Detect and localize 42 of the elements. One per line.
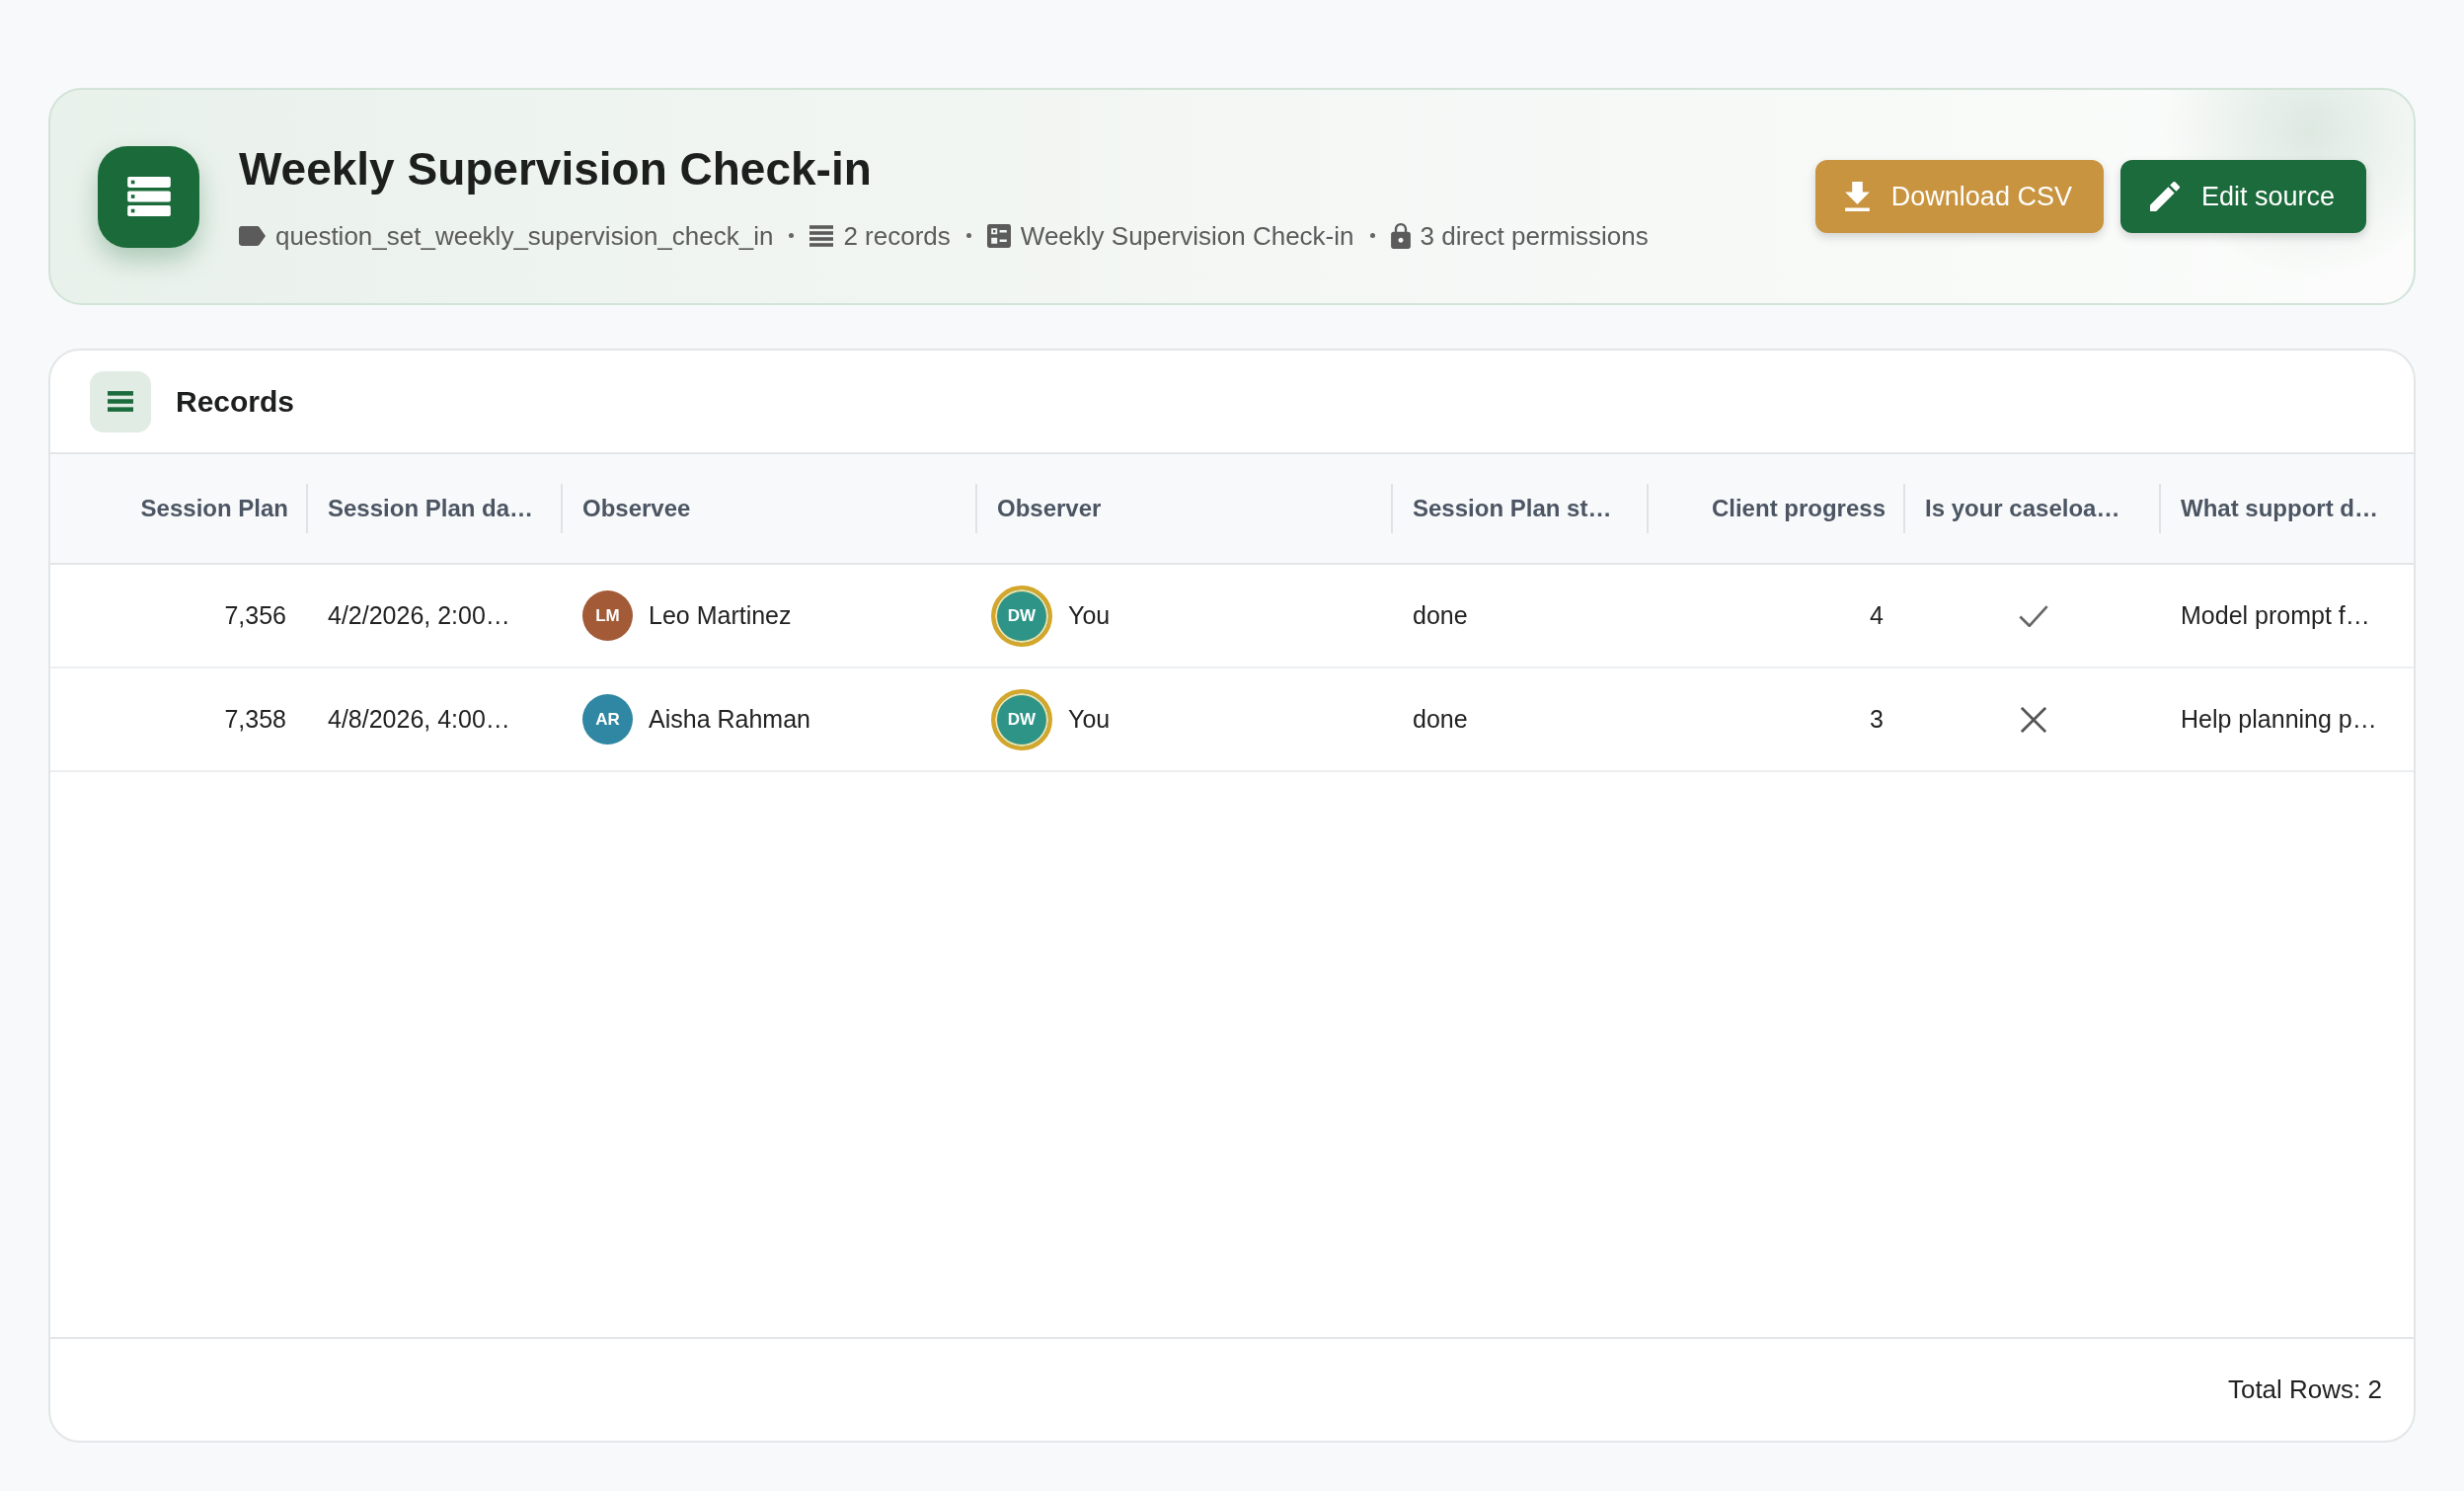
edit-source-button[interactable]: Edit source [2119, 160, 2366, 233]
person-name: Aisha Rahman [649, 705, 810, 734]
avatar: AR [582, 694, 633, 745]
meta-text: Weekly Supervision Check-in [1020, 220, 1354, 251]
person-name: Leo Martinez [649, 601, 792, 630]
column-header: Session Plan st… [1393, 454, 1649, 563]
table-cell-text: 4/8/2026, 4:00… [327, 704, 511, 735]
column-header: Is your caseloa… [1905, 454, 2161, 563]
list-icon [809, 224, 834, 247]
table-cell-text: done [1412, 704, 1469, 735]
avatar: DW [991, 585, 1052, 647]
download-icon [1844, 182, 1870, 211]
avatar: LM [582, 590, 633, 641]
table-cell-text: 4 [1869, 600, 1885, 631]
table-cell-text: 7,356 [223, 600, 287, 631]
person-name: You [1068, 705, 1111, 734]
row-count: Total Rows: 2 [2227, 1374, 2382, 1405]
column-header: Session Plan da… [308, 454, 563, 563]
column-header: Observee [563, 454, 977, 563]
column-header: Client progress [1649, 454, 1905, 563]
column-header: Observer [977, 454, 1393, 563]
table-cell-text: Model prompt f… [2180, 600, 2371, 631]
list-icon [90, 370, 151, 432]
avatar: DW [991, 688, 1052, 750]
column-header: Session Plan [50, 454, 308, 563]
table-cell-text: Help planning p… [2180, 704, 2378, 735]
table-cell-text: 7,358 [223, 704, 287, 735]
table-cell-text: done [1412, 600, 1469, 631]
meta-text: 3 direct permissions [1420, 220, 1649, 251]
table-cell-text: 4/2/2026, 2:00… [327, 600, 511, 631]
tag-icon [239, 225, 266, 246]
person-name: You [1068, 601, 1111, 630]
list-icon [98, 145, 199, 248]
section-title: Records [176, 384, 295, 419]
form-icon [986, 223, 1011, 248]
meta-text: question_set_weekly_supervision_check_in [275, 220, 774, 251]
column-header: What support d… [2180, 494, 2379, 523]
page-title: Weekly Supervision Check-in [239, 142, 873, 196]
table-cell-text: 3 [1869, 704, 1885, 735]
pencil-icon [2149, 182, 2180, 211]
meta-text: 2 records [843, 220, 951, 251]
lock-icon [1390, 222, 1411, 249]
